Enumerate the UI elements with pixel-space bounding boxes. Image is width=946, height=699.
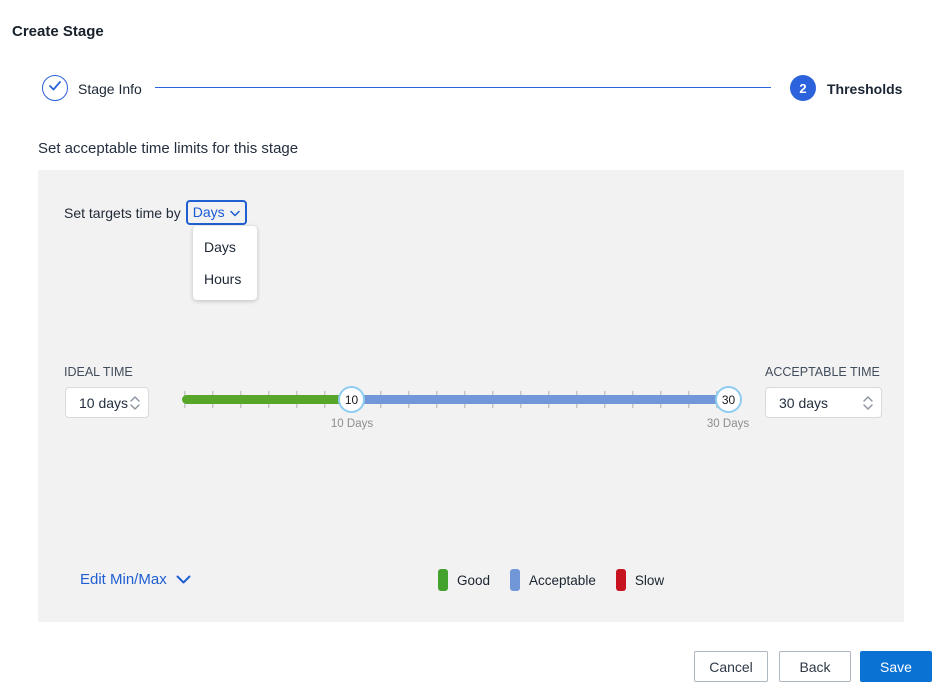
thresholds-panel: Set targets time by Days Days Hours IDEA…: [38, 170, 904, 622]
edit-minmax-link[interactable]: Edit Min/Max: [80, 571, 191, 588]
ideal-tick-label: 10 Days: [322, 418, 382, 430]
ideal-slider-handle[interactable]: 10: [338, 386, 365, 413]
acceptable-swatch-icon: [510, 569, 520, 591]
slider-track-good[interactable]: [182, 395, 352, 404]
slider-track-acceptable[interactable]: [352, 395, 741, 404]
time-threshold-slider: 10 30 10 Days 30 Days: [182, 383, 745, 423]
legend-label: Acceptable: [529, 573, 596, 588]
acceptable-time-steppers: [863, 396, 873, 410]
step-1-indicator[interactable]: [42, 75, 68, 101]
save-button[interactable]: Save: [860, 651, 932, 682]
ideal-time-input[interactable]: 10 days: [65, 387, 149, 418]
step-2-number: 2: [799, 81, 806, 96]
acceptable-time-value: 30 days: [779, 395, 828, 411]
edit-minmax-label: Edit Min/Max: [80, 571, 167, 588]
legend-label: Slow: [635, 573, 664, 588]
back-button[interactable]: Back: [779, 651, 851, 682]
unit-dropdown-trigger[interactable]: Days: [186, 200, 247, 225]
increment-icon[interactable]: [130, 396, 140, 402]
acceptable-time-label: ACCEPTABLE TIME: [765, 365, 880, 379]
chevron-down-icon: [230, 204, 240, 220]
stepper-connector-line: [155, 87, 771, 88]
increment-icon[interactable]: [863, 396, 873, 402]
step-2-label[interactable]: Thresholds: [827, 81, 902, 97]
check-icon: [48, 79, 62, 97]
legend-entry-acceptable: Acceptable: [510, 569, 596, 591]
slow-swatch-icon: [616, 569, 626, 591]
unit-option-hours[interactable]: Hours: [193, 263, 257, 295]
target-time-label: Set targets time by: [64, 205, 181, 221]
target-time-row: Set targets time by Days: [64, 200, 247, 225]
threshold-legend: Good Acceptable Slow: [438, 569, 664, 591]
create-stage-dialog: Create Stage Stage Info 2 Thresholds Set…: [0, 0, 946, 699]
acceptable-time-input[interactable]: 30 days: [765, 387, 882, 418]
ideal-time-steppers: [130, 396, 140, 410]
unit-dropdown-menu: Days Hours: [193, 226, 257, 300]
ideal-time-label: IDEAL TIME: [64, 365, 133, 379]
legend-label: Good: [457, 573, 490, 588]
step-1-label[interactable]: Stage Info: [78, 81, 142, 97]
unit-dropdown-value: Days: [193, 204, 225, 220]
chevron-down-icon: [176, 571, 191, 588]
cancel-button[interactable]: Cancel: [694, 651, 768, 682]
step-2-indicator[interactable]: 2: [790, 75, 816, 101]
good-swatch-icon: [438, 569, 448, 591]
page-title: Create Stage: [12, 23, 104, 40]
decrement-icon[interactable]: [130, 404, 140, 410]
legend-entry-slow: Slow: [616, 569, 664, 591]
ideal-time-value: 10 days: [79, 395, 128, 411]
acceptable-tick-label: 30 Days: [698, 418, 758, 430]
section-heading: Set acceptable time limits for this stag…: [38, 140, 298, 157]
legend-entry-good: Good: [438, 569, 490, 591]
acceptable-slider-handle[interactable]: 30: [715, 386, 742, 413]
decrement-icon[interactable]: [863, 404, 873, 410]
unit-option-days[interactable]: Days: [193, 231, 257, 263]
